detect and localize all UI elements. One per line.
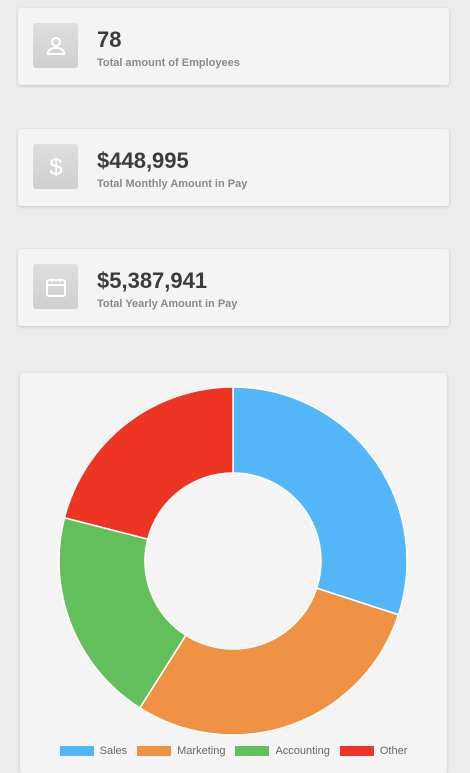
calendar-icon (33, 264, 78, 309)
legend-swatch (137, 746, 172, 756)
donut-chart (58, 386, 408, 736)
stat-card-yearly-pay: $5,387,941 Total Yearly Amount in Pay (18, 249, 449, 326)
legend-label: Other (379, 745, 408, 757)
stat-card-monthly-pay: $ $448,995 Total Monthly Amount in Pay (18, 129, 449, 206)
dollar-icon: $ (33, 144, 78, 189)
chart-legend: Sales Marketing Accounting Other (20, 745, 447, 757)
legend-swatch (235, 746, 270, 756)
stat-value: $448,995 (97, 148, 189, 173)
legend-swatch (59, 746, 94, 756)
stat-value: 78 (97, 27, 122, 52)
person-icon (33, 23, 78, 68)
legend-item-sales[interactable]: Sales (59, 745, 128, 757)
legend-item-other[interactable]: Other (339, 745, 408, 757)
legend-item-marketing[interactable]: Marketing (137, 745, 225, 757)
stat-value: $5,387,941 (97, 268, 208, 293)
slice-marketing[interactable] (138, 587, 400, 736)
stat-label: Total amount of Employees (97, 57, 240, 69)
stat-label: Total Yearly Amount in Pay (97, 298, 238, 310)
legend-label: Sales (99, 745, 128, 757)
legend-label: Marketing (177, 745, 226, 757)
slice-other[interactable] (63, 386, 234, 541)
slice-sales[interactable] (232, 386, 408, 616)
department-chart-card: Sales Marketing Accounting Other (20, 373, 447, 773)
legend-label: Accounting (275, 745, 330, 757)
legend-item-accounting[interactable]: Accounting (235, 745, 330, 757)
legend-swatch (339, 746, 374, 756)
stat-label: Total Monthly Amount in Pay (97, 178, 248, 190)
svg-text:$: $ (49, 154, 62, 181)
stat-card-employees: 78 Total amount of Employees (18, 8, 449, 85)
